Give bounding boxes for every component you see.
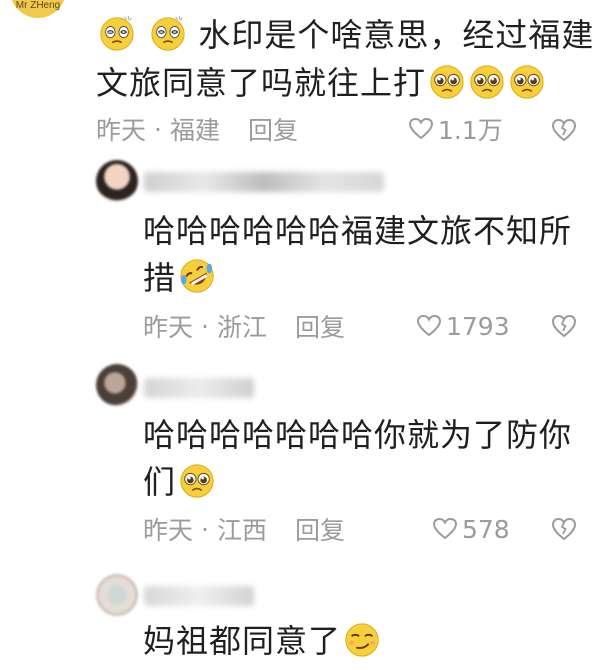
comment-1-meta: 昨天 · 福建 回复: [96, 112, 298, 146]
pleading-face-emoji: [176, 463, 216, 501]
pleading-face-emoji: [466, 64, 506, 102]
heart-outline-icon: [416, 314, 442, 337]
meta-separator: ·: [154, 114, 162, 144]
like-count: 1.1万: [438, 116, 503, 145]
like-button[interactable]: 1.1万: [408, 112, 503, 146]
comment-location: 江西: [216, 516, 267, 545]
reply-button[interactable]: 回复: [248, 111, 298, 147]
comment-3-meta: 昨天 · 江西 回复: [143, 512, 345, 546]
rofl-emoji: [176, 259, 216, 297]
comment-2-text-line2: 措: [143, 257, 216, 299]
reply-button[interactable]: 回复: [295, 511, 345, 547]
avatar[interactable]: [96, 574, 138, 616]
comment-text: 妈祖都同意了: [143, 622, 342, 660]
dislike-button[interactable]: [550, 116, 578, 148]
comment-1-text-line1: 水印是个啥意思，经过福建: [96, 14, 594, 56]
comment-3-text-line2: 们: [143, 461, 216, 503]
comment-location: 福建: [169, 116, 220, 145]
comment-4-text-line1: 妈祖都同意了: [143, 620, 381, 662]
broken-heart-icon: [551, 118, 577, 142]
dislike-button[interactable]: [550, 515, 578, 547]
like-count: 1793: [446, 311, 510, 341]
comment-1-text-line2: 文旅同意了吗就往上打: [96, 62, 546, 104]
comment-text: 们: [143, 463, 177, 501]
like-button[interactable]: 1793: [416, 309, 510, 343]
dizzy-face-emoji: [96, 15, 147, 54]
reply-button[interactable]: 回复: [295, 308, 345, 344]
pleading-face-emoji: [426, 64, 466, 102]
smirk-emoji: [341, 622, 381, 660]
comment-time: 昨天: [143, 313, 194, 342]
meta-separator: ·: [201, 514, 209, 544]
like-count: 578: [462, 514, 510, 544]
avatar[interactable]: [96, 364, 138, 406]
comment-thread-screen: Mr ZHeng 水印是个啥意思，经过福建 文旅同意了吗就往上打 昨天 · 福建…: [0, 0, 600, 670]
comment-text: 哈哈哈哈哈哈哈你就为了防你: [143, 416, 573, 454]
comment-text: 水印是个啥意思，经过福建: [198, 16, 595, 54]
dizzy-face-emoji: [147, 15, 198, 54]
username-redacted[interactable]: [144, 586, 254, 606]
comment-2-text-line1: 哈哈哈哈哈哈福建文旅不知所: [143, 210, 572, 252]
broken-heart-icon: [551, 517, 577, 541]
meta-separator: ·: [201, 311, 209, 341]
pleading-face-emoji: [506, 64, 546, 102]
username-redacted[interactable]: [144, 378, 254, 398]
heart-outline-icon: [408, 117, 434, 140]
avatar[interactable]: [96, 160, 138, 202]
comment-text: 文旅同意了吗就往上打: [96, 64, 427, 102]
dislike-button[interactable]: [550, 312, 578, 344]
brand-label: Mr ZHeng: [15, 0, 61, 11]
comment-time: 昨天: [96, 116, 147, 145]
comment-text: 哈哈哈哈哈哈福建文旅不知所: [143, 212, 573, 250]
comment-text: 措: [143, 259, 177, 297]
heart-outline-icon: [432, 517, 458, 540]
comment-3-text-line1: 哈哈哈哈哈哈哈你就为了防你: [143, 414, 572, 456]
comment-time: 昨天: [143, 516, 194, 545]
broken-heart-icon: [551, 314, 577, 338]
comment-location: 浙江: [216, 313, 267, 342]
like-button[interactable]: 578: [432, 512, 510, 546]
username-redacted[interactable]: [144, 172, 384, 192]
comment-2-meta: 昨天 · 浙江 回复: [143, 309, 345, 343]
